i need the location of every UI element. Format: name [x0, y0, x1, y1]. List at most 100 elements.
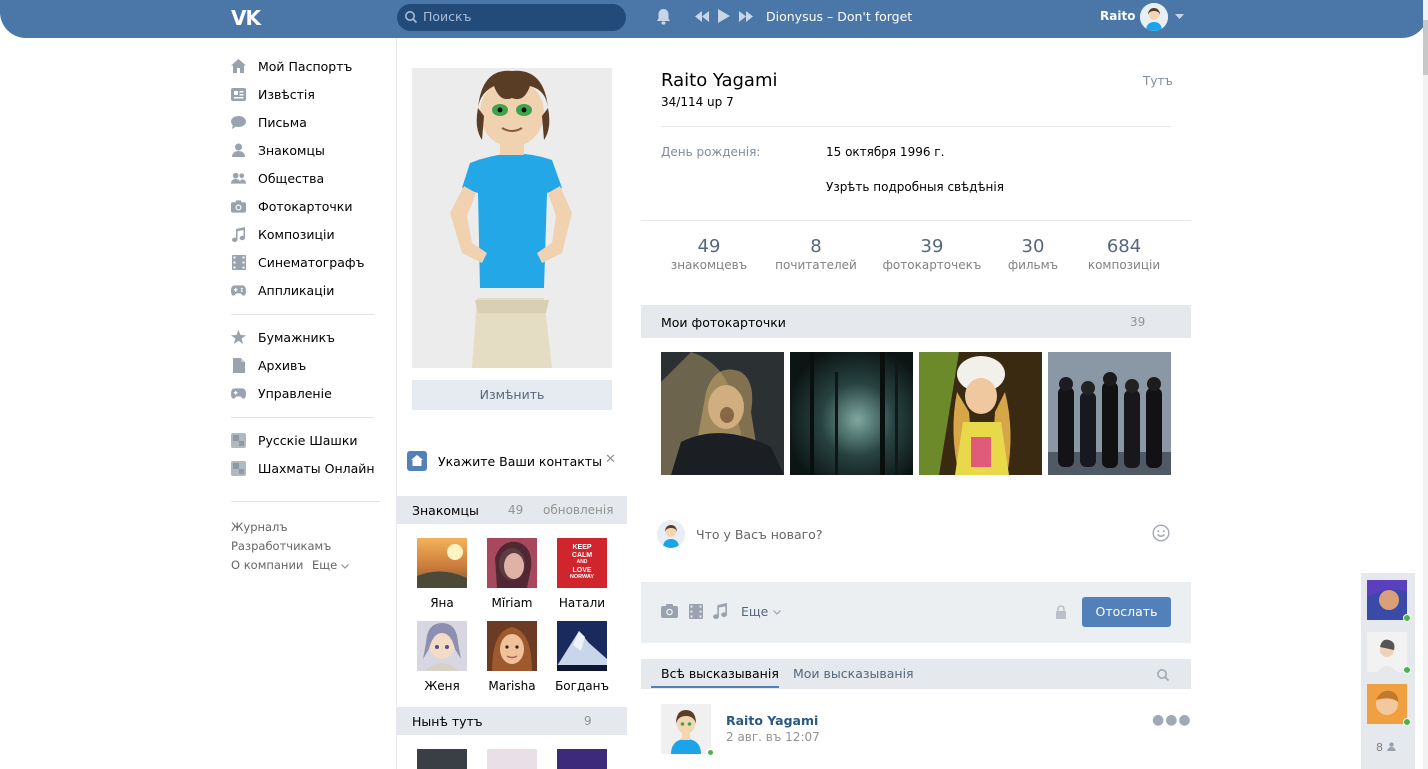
- nav-item-apps[interactable]: Аппликаціи: [231, 279, 391, 301]
- photo-thumbnail[interactable]: [661, 352, 784, 475]
- friend-avatar[interactable]: [487, 621, 537, 671]
- previous-track-icon[interactable]: [695, 11, 709, 22]
- divider: [641, 220, 1191, 221]
- friend-avatar[interactable]: [487, 538, 537, 588]
- friend-name[interactable]: Mĭriam: [477, 596, 547, 610]
- counter-friends[interactable]: 49 знакомцевъ: [659, 236, 759, 272]
- nav-item-bookmarks[interactable]: Бумажникъ: [231, 326, 391, 348]
- nav-item-archive[interactable]: Архивъ: [231, 354, 391, 376]
- counter-value: 684: [1106, 236, 1142, 257]
- friend-avatar[interactable]: [417, 538, 467, 588]
- nav-item-game-chess[interactable]: Шахматы Онлайн: [231, 457, 391, 479]
- chevron-down-icon[interactable]: [773, 610, 781, 615]
- bell-icon[interactable]: [655, 8, 672, 26]
- header-username[interactable]: Raito: [1100, 9, 1135, 23]
- film-icon[interactable]: [689, 604, 703, 619]
- online-friends-header[interactable]: Нынѣ тутъ 9: [397, 707, 627, 735]
- lock-icon[interactable]: [1055, 605, 1067, 619]
- nav-item-label: Шахматы Онлайн: [258, 460, 375, 476]
- camera-icon: [231, 199, 246, 214]
- nav-item-label: Синематографъ: [258, 254, 365, 270]
- counter-photos[interactable]: 39 фотокарточекъ: [882, 236, 982, 272]
- footer-link-about[interactable]: О компании: [231, 558, 303, 572]
- online-friend-avatar[interactable]: [557, 749, 607, 769]
- online-friend-avatar[interactable]: [487, 749, 537, 769]
- friend-avatar[interactable]: [417, 621, 467, 671]
- nav-item-music[interactable]: Композиціи: [231, 223, 391, 245]
- keep-calm-text: AND: [576, 559, 588, 565]
- online-friend-avatar[interactable]: [417, 749, 467, 769]
- next-track-icon[interactable]: [739, 11, 753, 22]
- scrollbar-thumb[interactable]: [1423, 20, 1428, 75]
- header-avatar[interactable]: [1140, 3, 1168, 31]
- smile-icon[interactable]: [1152, 524, 1170, 542]
- profile-photo[interactable]: [412, 68, 612, 368]
- current-track[interactable]: Dionysus – Don't forget: [766, 9, 912, 24]
- counter-audio[interactable]: 684 композиціи: [1074, 236, 1174, 272]
- chevron-down-icon[interactable]: [1175, 14, 1184, 20]
- photos-block-header[interactable]: Мои фотокарточки 39: [641, 305, 1191, 338]
- edit-profile-button[interactable]: Измѣнить: [412, 380, 612, 410]
- nav-item-game-checkers[interactable]: Русскіе Шашки: [231, 429, 391, 451]
- keep-calm-text: KEEP: [572, 544, 592, 551]
- nav-item-videos[interactable]: Синематографъ: [231, 251, 391, 273]
- friend-name[interactable]: Яна: [407, 596, 477, 610]
- online-indicator: [1403, 718, 1411, 726]
- active-tab-indicator: [651, 686, 779, 688]
- more-options-icon[interactable]: ●●●: [1152, 712, 1192, 728]
- photo-thumbnail[interactable]: [790, 352, 913, 475]
- chat-contact-avatar[interactable]: [1367, 684, 1407, 724]
- music-note-icon[interactable]: [713, 603, 727, 619]
- tab-all-posts[interactable]: Всѣ высказыванія: [661, 666, 779, 681]
- nav-item-news[interactable]: Извѣстія: [231, 83, 391, 105]
- friends-block-header[interactable]: Знакомцы 49 обновленія: [397, 496, 627, 524]
- nav-item-label: Письма: [258, 114, 307, 130]
- nav-item-photos[interactable]: Фотокарточки: [231, 195, 391, 217]
- scrollbar[interactable]: [1423, 0, 1428, 769]
- friend-name[interactable]: Натали: [547, 596, 617, 610]
- photo-thumbnail[interactable]: [919, 352, 1042, 475]
- tab-my-posts[interactable]: Мои высказыванія: [793, 666, 914, 681]
- friend-avatar[interactable]: [557, 621, 607, 671]
- post-date[interactable]: 2 авг. въ 12:07: [726, 730, 820, 744]
- friend-name[interactable]: Женя: [407, 679, 477, 693]
- online-indicator: [1403, 666, 1411, 674]
- new-post-box: Что у Васъ новаго? Еще Отослать: [641, 500, 1191, 643]
- footer-more-link[interactable]: Еще: [312, 558, 349, 572]
- footer-link-developers[interactable]: Разработчикамъ: [231, 539, 331, 553]
- friend-avatar[interactable]: KEEP CALM AND LOVE NORWAY: [557, 538, 607, 588]
- nav-item-passport[interactable]: Мой Паспортъ: [231, 55, 391, 77]
- birthday-value[interactable]: 15 октября 1996 г.: [826, 145, 944, 159]
- contacts-prompt[interactable]: Укажите Ваши контакты ✕: [407, 449, 627, 473]
- show-more-info-link[interactable]: Узрѣть подробныя свѣдѣнія: [826, 180, 1004, 194]
- attach-more-label[interactable]: Еще: [741, 604, 768, 619]
- post-author-avatar[interactable]: [661, 704, 711, 754]
- search-icon[interactable]: [1156, 668, 1170, 682]
- play-icon[interactable]: [718, 9, 730, 23]
- nav-item-friends[interactable]: Знакомцы: [231, 139, 391, 161]
- chat-online-count[interactable]: 8: [1376, 741, 1396, 754]
- friends-updates-link[interactable]: обновленія: [543, 503, 613, 517]
- counter-followers[interactable]: 8 почитателей: [766, 236, 866, 272]
- camera-icon[interactable]: [661, 604, 678, 618]
- friend-name[interactable]: Богданъ: [547, 679, 617, 693]
- profile-status[interactable]: 34/114 up 7: [661, 95, 734, 109]
- search-input[interactable]: Поискъ: [397, 4, 626, 31]
- post-input[interactable]: Что у Васъ новаго?: [696, 527, 822, 542]
- send-button[interactable]: Отослать: [1082, 597, 1171, 627]
- photo-thumbnail[interactable]: [1048, 352, 1171, 475]
- close-icon[interactable]: ✕: [605, 452, 616, 467]
- post-author-name[interactable]: Raito Yagami: [726, 713, 818, 728]
- online-title: Нынѣ тутъ: [412, 714, 483, 729]
- counter-videos[interactable]: 30 фильмъ: [983, 236, 1083, 272]
- footer-link-journal[interactable]: Журналъ: [231, 520, 288, 534]
- nav-item-label: Общества: [258, 170, 325, 186]
- chat-contact-avatar[interactable]: [1367, 580, 1407, 620]
- vk-logo[interactable]: VK: [231, 6, 261, 30]
- nav-item-messages[interactable]: Письма: [231, 111, 391, 133]
- chat-contact-avatar[interactable]: [1367, 632, 1407, 672]
- nav-item-groups[interactable]: Общества: [231, 167, 391, 189]
- friend-name[interactable]: Marisha: [477, 679, 547, 693]
- user-icon: [231, 143, 246, 158]
- nav-item-management[interactable]: Управленіе: [231, 382, 391, 404]
